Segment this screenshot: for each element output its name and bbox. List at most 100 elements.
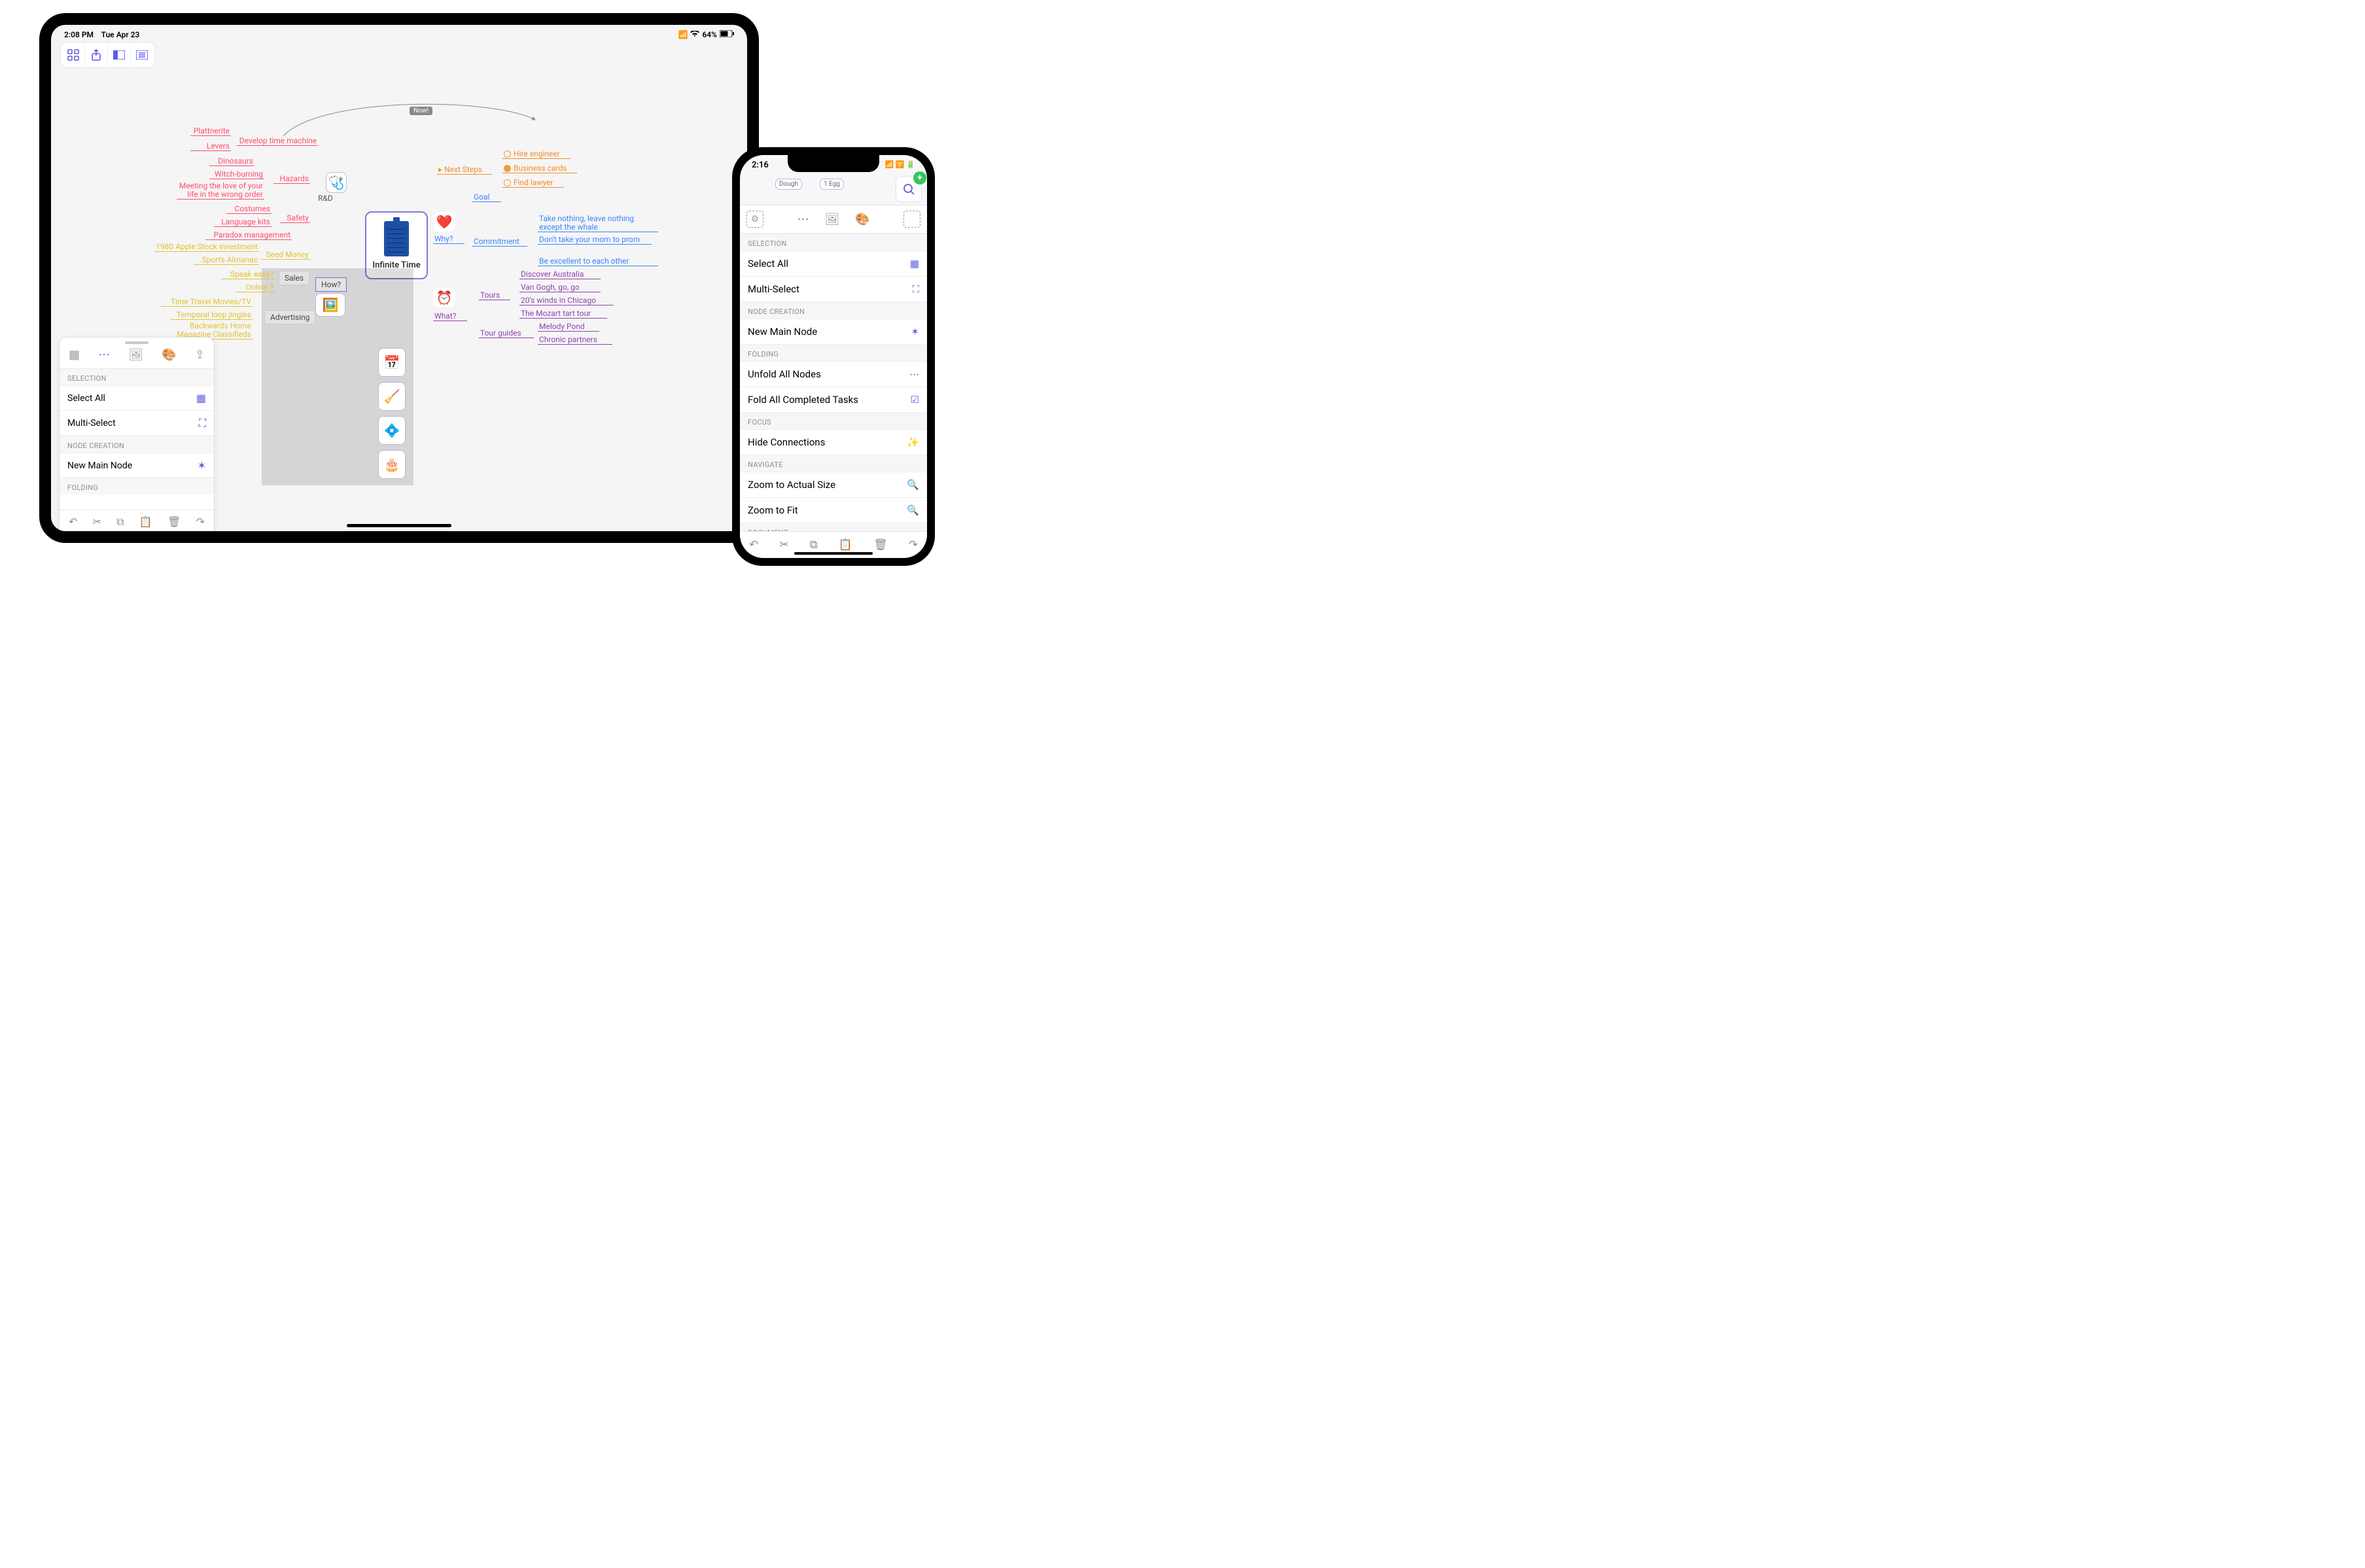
iph-section-nodecreation: NODE CREATION (740, 302, 927, 319)
leaf-mozart[interactable]: The Mozart tart tour (519, 309, 607, 319)
leaf-lawyer[interactable]: Find lawyer (502, 178, 564, 188)
leaf-language[interactable]: Language kits (214, 217, 272, 227)
branch-seed[interactable]: Seed Money (262, 250, 310, 260)
palette-tab[interactable]: 🎨 (855, 213, 869, 226)
section-node-creation: NODE CREATION (60, 436, 214, 453)
leaf-prom[interactable]: Don't take your mom to prom (538, 235, 652, 245)
unfold-icon: ⋯ (909, 368, 919, 380)
palette-tab[interactable]: 🎨 (162, 348, 176, 362)
leaf-chronic[interactable]: Chronic partners (538, 335, 612, 345)
leaf-plattnerite[interactable]: Plattnerite (190, 126, 231, 136)
zoom-button[interactable]: + (896, 176, 922, 202)
leaf-hire[interactable]: Hire engineer (502, 149, 570, 159)
branch-what[interactable]: What? (433, 311, 467, 321)
branch-goal[interactable]: Goal (472, 192, 501, 202)
iph-unfold-all[interactable]: Unfold All Nodes⋯ (740, 361, 927, 387)
cake-icon[interactable]: 🎂 (378, 450, 406, 479)
leaf-chicago[interactable]: 20's winds in Chicago (519, 296, 614, 305)
leaf-dinosaurs[interactable]: Dinosaurs (209, 156, 254, 166)
iph-new-main-node[interactable]: New Main Node✶ (740, 319, 927, 344)
how-box[interactable]: How? (315, 277, 347, 292)
branch-why[interactable]: Why? (433, 234, 464, 244)
ipad-home-indicator[interactable] (347, 524, 451, 527)
leaf-whale[interactable]: Take nothing, leave nothing except the w… (538, 215, 658, 232)
leaf-jingles[interactable]: Temporal loop jingles (170, 310, 253, 320)
broom-icon[interactable]: 🧹 (378, 382, 406, 411)
arrow-connector (280, 97, 542, 149)
leaf-levers[interactable]: Levers (190, 141, 231, 151)
leaf-meeting-love[interactable]: Meeting the love of your life in the wro… (177, 182, 264, 200)
bg-tile-egg[interactable]: 1 Egg (820, 179, 844, 190)
chip-icon[interactable]: 💠 (378, 416, 406, 445)
item-new-main-node[interactable]: New Main Node✶ (60, 453, 214, 478)
image-tab[interactable]: 🖼 (128, 348, 143, 362)
leaf-almanac[interactable]: Sports Almanac (194, 255, 259, 265)
leaf-movies[interactable]: Time Travel Movies/TV (161, 297, 253, 307)
iph-zoom-fit[interactable]: Zoom to Fit🔍 (740, 497, 927, 523)
cut-button[interactable]: ✂ (779, 538, 788, 551)
iph-section-selection: SELECTION (740, 234, 927, 251)
advertising-box[interactable]: Advertising (264, 310, 315, 324)
paste-button[interactable]: 📋 (139, 515, 152, 529)
leaf-witchburning[interactable]: Witch-burning (209, 169, 264, 179)
redo-button[interactable]: ↷ (196, 515, 205, 529)
branch-hazards[interactable]: Hazards (273, 174, 310, 184)
leaf-melody[interactable]: Melody Pond (538, 322, 599, 332)
more-tab[interactable]: ⋯ (797, 213, 809, 226)
genesis-icon: ✶ (198, 459, 206, 472)
now-badge: Now! (410, 107, 432, 115)
ipad-screen: 2:08 PM Tue Apr 23 📶 64% (51, 25, 747, 531)
iph-multi-select[interactable]: Multi-Select⛶ (740, 276, 927, 302)
branch-nextsteps[interactable]: ▸ Next Steps (437, 165, 492, 175)
branch-tours[interactable]: Tours (479, 290, 510, 300)
grid-tab[interactable]: ▦ (69, 348, 80, 362)
add-badge-icon: + (913, 171, 926, 184)
iphone-screen: 2:16 📶 🛜 🔋 Dough 1 Egg + ⚙ ⋯ 🖼 🎨 (740, 155, 927, 558)
more-tab[interactable]: ⋯ (98, 348, 110, 362)
bg-tile-dough[interactable]: Dough (775, 179, 802, 190)
trash-button[interactable]: 🗑 (167, 515, 181, 529)
calendar-icon[interactable]: 📅 (378, 348, 406, 377)
branch-safety[interactable]: Safety (280, 213, 310, 223)
branch-commitment[interactable]: Commitment (472, 237, 527, 247)
sales-box[interactable]: Sales (279, 271, 309, 285)
iph-zoom-actual[interactable]: Zoom to Actual Size🔍 (740, 472, 927, 497)
section-selection: SELECTION (60, 368, 214, 385)
leaf-online[interactable]: Online ? (236, 283, 275, 292)
paste-button[interactable]: 📋 (839, 538, 852, 551)
iph-select-all[interactable]: Select All▦ (740, 251, 927, 276)
cut-button[interactable]: ✂ (93, 515, 101, 529)
grid-icon: ▦ (196, 392, 206, 404)
boundary-left-button[interactable]: ⚙ (746, 211, 763, 228)
leaf-paradox[interactable]: Paradox management (205, 230, 292, 240)
image-tab[interactable]: 🖼 (824, 213, 839, 226)
leaf-costumes[interactable]: Costumes (226, 204, 272, 214)
leaf-australia[interactable]: Discover Australia (519, 270, 601, 279)
branch-develop[interactable]: Develop time machine (237, 136, 318, 146)
leaf-speakeasy[interactable]: Speak easy? (221, 270, 275, 279)
leaf-bizcards[interactable]: Business cards (502, 164, 577, 173)
node-rd[interactable]: R&D (318, 194, 333, 203)
item-multi-select[interactable]: Multi-Select⛶ (60, 410, 214, 436)
undo-button[interactable]: ↶ (749, 538, 758, 551)
iphone-action-list[interactable]: SELECTION Select All▦ Multi-Select⛶ NODE… (740, 234, 927, 531)
trash-button[interactable]: 🗑 (873, 538, 888, 551)
share-tab[interactable]: ⇪ (195, 348, 205, 362)
copy-button[interactable]: ⧉ (116, 515, 124, 529)
ipad-device: 2:08 PM Tue Apr 23 📶 64% (39, 13, 759, 543)
leaf-excellent[interactable]: Be excellent to each other (538, 256, 658, 266)
copy-button[interactable]: ⧉ (810, 538, 818, 551)
iph-hide-connections[interactable]: Hide Connections✨ (740, 429, 927, 455)
branch-guides[interactable]: Tour guides (479, 328, 534, 338)
iph-section-folding: FOLDING (740, 344, 927, 361)
iph-fold-completed[interactable]: Fold All Completed Tasks☑ (740, 387, 927, 412)
genesis-icon: ✶ (911, 326, 919, 338)
redo-button[interactable]: ↷ (909, 538, 918, 551)
boundary-right-button[interactable] (903, 211, 920, 228)
leaf-vangogh[interactable]: Van Gogh, go, go (519, 283, 601, 292)
undo-button[interactable]: ↶ (69, 515, 77, 529)
iphone-home-indicator[interactable] (794, 552, 873, 555)
item-select-all[interactable]: Select All▦ (60, 385, 214, 410)
leaf-apple-stock[interactable]: 1980 Apple Stock investment (154, 242, 259, 252)
iph-section-navigate: NAVIGATE (740, 455, 927, 472)
